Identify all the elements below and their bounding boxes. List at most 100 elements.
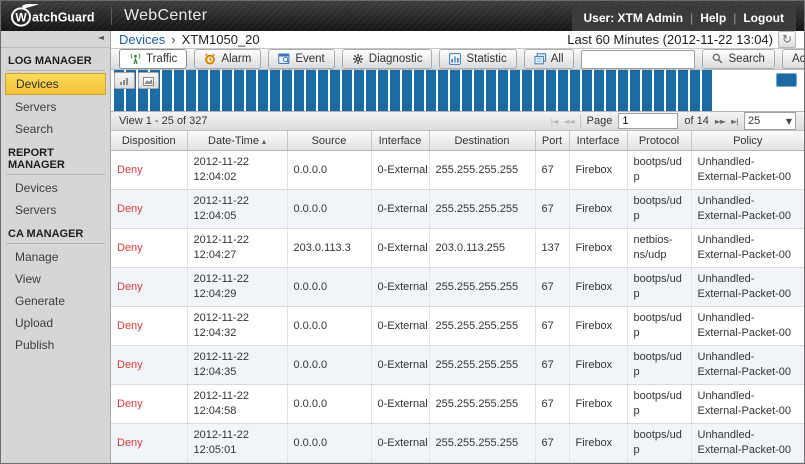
cell-destination: 255.255.255.255: [429, 385, 535, 424]
all-icon: [534, 53, 547, 65]
prev-page-button[interactable]: ◄◄: [563, 117, 573, 126]
filter-diagnostic-button[interactable]: Diagnostic: [342, 49, 433, 69]
log-type-toolbar: TrafficAlarmEventDiagnosticStatisticAll …: [111, 48, 804, 70]
cell-interface: Firebox: [569, 268, 627, 307]
cell-source: 203.0.113.3: [287, 229, 371, 268]
col-header-interface[interactable]: Interface: [569, 131, 627, 151]
statistic-icon: [449, 53, 462, 65]
sidebar-item-generate[interactable]: Generate: [1, 290, 110, 312]
chart-bar: [390, 70, 400, 111]
cell-protocol: bootps/udp: [627, 385, 691, 424]
logout-link[interactable]: Logout: [743, 11, 784, 25]
next-page-button[interactable]: ►►: [715, 117, 725, 126]
view-range-text: View 1 - 25 of 327: [119, 115, 207, 127]
sidebar-section-title: LOG MANAGER: [6, 48, 105, 71]
col-header-date-time[interactable]: Date-Time▴: [187, 131, 287, 151]
table-row[interactable]: Deny2012-11-22 12:04:020.0.0.00-External…: [111, 151, 804, 190]
filter-label: Traffic: [146, 53, 177, 65]
first-page-button[interactable]: |◄: [550, 117, 557, 126]
legend-series-swatch[interactable]: [776, 73, 797, 87]
filter-all-button[interactable]: All: [524, 49, 574, 69]
search-input[interactable]: [581, 50, 695, 69]
table-row[interactable]: Deny2012-11-22 12:04:290.0.0.00-External…: [111, 268, 804, 307]
sidebar-item-view[interactable]: View: [1, 268, 110, 290]
breadcrumb-row: Devices › XTM1050_20 Last 60 Minutes (20…: [111, 31, 804, 48]
table-row[interactable]: Deny2012-11-22 12:04:27203.0.113.30-Exte…: [111, 229, 804, 268]
sidebar-item-search[interactable]: Search: [1, 118, 110, 140]
filter-alarm-button[interactable]: Alarm: [194, 49, 261, 69]
chart-bar: [414, 70, 424, 111]
col-header-protocol[interactable]: Protocol: [627, 131, 691, 151]
col-header-destination[interactable]: Destination: [429, 131, 535, 151]
last-page-button[interactable]: ►|: [731, 117, 738, 126]
table-row[interactable]: Deny2012-11-22 12:04:580.0.0.00-External…: [111, 385, 804, 424]
cell-destination: 255.255.255.255: [429, 346, 535, 385]
cell-disposition: Deny: [111, 268, 187, 307]
area-chart-view-button[interactable]: [138, 72, 159, 89]
sidebar-item-servers[interactable]: Servers: [1, 199, 110, 221]
chart-bar: [282, 70, 292, 111]
chart-bar: [222, 70, 232, 111]
sidebar-item-devices[interactable]: Devices: [5, 73, 106, 95]
cell-interface: Firebox: [569, 190, 627, 229]
filter-event-button[interactable]: Event: [268, 49, 334, 69]
chart-bar: [666, 70, 676, 111]
time-range-label: Last 60 Minutes (2012-11-22 13:04): [567, 32, 773, 47]
cell-protocol: bootps/udp: [627, 307, 691, 346]
pager-controls: |◄ ◄◄ Page of 14 ►► ►| 25 ▼: [550, 112, 796, 130]
help-link[interactable]: Help: [700, 11, 726, 25]
collapse-sidebar-icon[interactable]: ◄: [1, 31, 110, 48]
divider: [580, 115, 581, 128]
sidebar-item-manage[interactable]: Manage: [1, 246, 110, 268]
bar-chart-view-button[interactable]: [114, 72, 135, 89]
cell-date-time: 2012-11-22 12:04:35: [187, 346, 287, 385]
page-count-text: of 14: [684, 115, 708, 127]
chart-bar: [354, 70, 364, 111]
table-row[interactable]: Deny2012-11-22 12:04:350.0.0.00-External…: [111, 346, 804, 385]
sidebar: ◄ LOG MANAGERDevicesServersSearchREPORT …: [1, 31, 111, 463]
table-row[interactable]: Deny2012-11-22 12:05:010.0.0.00-External…: [111, 424, 804, 463]
alarm-icon: [204, 53, 217, 65]
area-chart-icon: [143, 77, 154, 86]
page-size-value: 25: [748, 115, 760, 127]
col-header-disposition[interactable]: Disposition: [111, 131, 187, 151]
page-size-select[interactable]: 25 ▼: [744, 112, 796, 130]
cell-port: 67: [535, 307, 569, 346]
cell-destination: 255.255.255.255: [429, 307, 535, 346]
product-name: WebCenter: [124, 7, 207, 25]
page-number-input[interactable]: [618, 113, 678, 129]
svg-text:W: W: [15, 11, 27, 25]
col-header-port[interactable]: Port: [535, 131, 569, 151]
table-row[interactable]: Deny2012-11-22 12:04:320.0.0.00-External…: [111, 307, 804, 346]
chart-bar: [426, 70, 436, 111]
diagnostic-icon: [352, 53, 365, 65]
breadcrumb-separator: ›: [171, 32, 175, 47]
filter-statistic-button[interactable]: Statistic: [439, 49, 516, 69]
col-header-source[interactable]: Source: [287, 131, 371, 151]
chart-bar: [246, 70, 256, 111]
cell-port: 67: [535, 385, 569, 424]
col-header-interface[interactable]: Interface: [371, 131, 429, 151]
refresh-icon[interactable]: ↻: [778, 31, 796, 48]
sidebar-item-servers[interactable]: Servers: [1, 96, 110, 118]
actions-button[interactable]: Actions: [782, 49, 805, 69]
bar-chart-icon: [119, 77, 130, 86]
filter-traffic-button[interactable]: Traffic: [119, 49, 187, 69]
breadcrumb-link-devices[interactable]: Devices: [119, 32, 165, 47]
chart-bar: [474, 70, 484, 111]
search-button-label: Search: [729, 53, 765, 65]
sidebar-nav: LOG MANAGERDevicesServersSearchREPORT MA…: [1, 48, 110, 356]
table-row[interactable]: Deny2012-11-22 12:04:050.0.0.00-External…: [111, 190, 804, 229]
chart-bar: [162, 70, 172, 111]
col-header-policy[interactable]: Policy: [691, 131, 804, 151]
sidebar-item-devices[interactable]: Devices: [1, 177, 110, 199]
chart-bar: [462, 70, 472, 111]
sidebar-item-upload[interactable]: Upload: [1, 312, 110, 334]
cell-date-time: 2012-11-22 12:04:27: [187, 229, 287, 268]
filter-label: All: [551, 53, 564, 65]
search-button[interactable]: Search: [702, 49, 775, 69]
cell-port: 67: [535, 424, 569, 463]
cell-interface: 0-External: [371, 151, 429, 190]
sidebar-item-publish[interactable]: Publish: [1, 334, 110, 356]
log-table: DispositionDate-Time▴SourceInterfaceDest…: [111, 131, 804, 463]
